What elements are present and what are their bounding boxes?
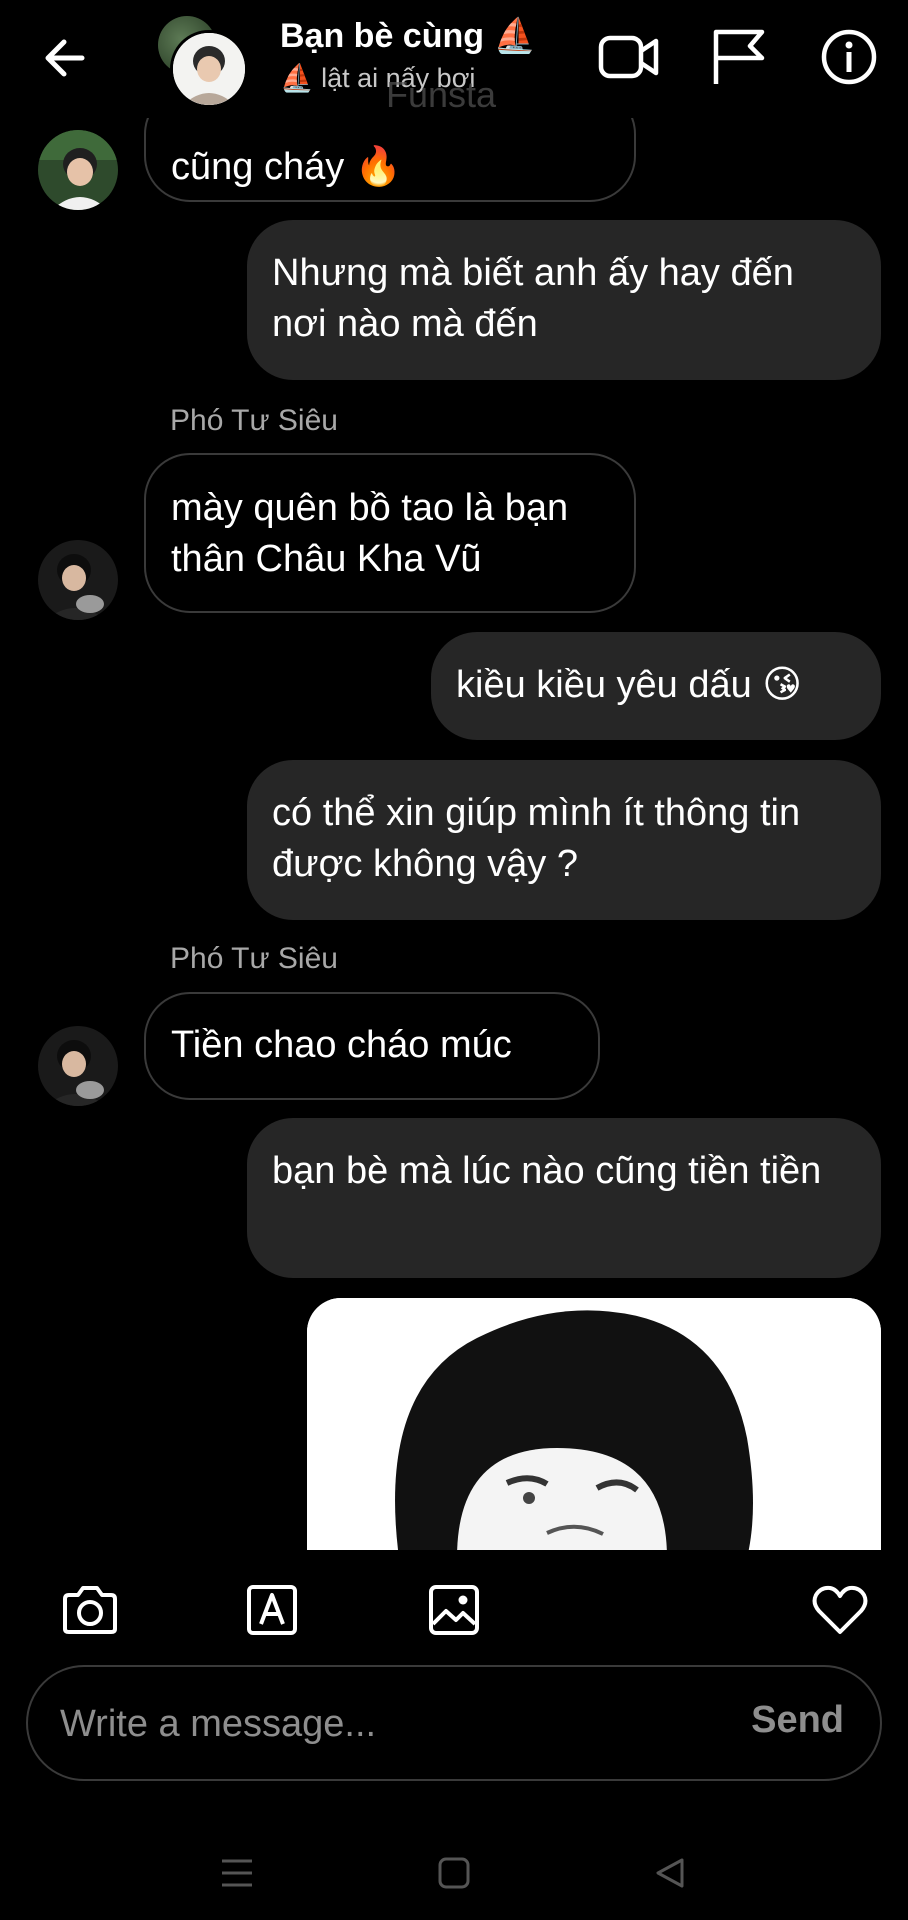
message-text: có thể xin giúp mình ít thông tin được k… <box>272 792 801 885</box>
message-text: bạn bè mà lúc nào cũng tiền tiền <box>272 1150 822 1192</box>
message-text: mày quên bồ tao là bạn thân Châu Kha Vũ <box>171 487 569 580</box>
camera-icon <box>63 1586 117 1634</box>
gallery-button[interactable] <box>424 1582 484 1638</box>
sticker-image <box>307 1298 881 1550</box>
message-composer: Send <box>26 1665 882 1781</box>
message-bubble-incoming[interactable]: cũng cháy 🔥 <box>144 118 636 202</box>
flag-icon <box>713 29 765 84</box>
heart-icon <box>812 1585 868 1634</box>
system-navbar <box>0 1820 908 1920</box>
sticker-image-message[interactable] <box>307 1298 881 1550</box>
message-bubble-outgoing[interactable]: có thể xin giúp mình ít thông tin được k… <box>247 760 881 920</box>
home-button[interactable] <box>429 1848 479 1898</box>
group-avatar[interactable] <box>152 14 252 108</box>
sender-avatar[interactable] <box>38 540 118 620</box>
member-avatar <box>170 30 248 108</box>
sender-avatar[interactable] <box>38 130 118 210</box>
sender-name: Phó Tư Siêu <box>170 404 338 437</box>
message-bubble-outgoing[interactable]: Nhưng mà biết anh ấy hay đến nơi nào mà … <box>247 220 881 380</box>
video-call-button[interactable] <box>596 24 662 90</box>
menu-icon <box>222 1859 252 1887</box>
message-list[interactable]: cũng cháy 🔥 Nhưng mà biết anh ấy hay đến… <box>0 118 908 1550</box>
message-bubble-outgoing[interactable]: kiều kiều yêu dấu 😘 <box>431 632 881 740</box>
message-bubble-incoming[interactable]: mày quên bồ tao là bạn thân Châu Kha Vũ <box>144 453 636 613</box>
send-button[interactable]: Send <box>751 1699 844 1742</box>
text-style-button[interactable] <box>242 1582 302 1638</box>
message-text: kiều kiều yêu dấu 😘 <box>456 664 802 706</box>
composer-toolbar <box>0 1560 908 1656</box>
info-icon <box>821 29 877 85</box>
arrow-left-icon <box>45 39 85 77</box>
chat-title: Bạn bè cùng ⛵ <box>280 17 536 55</box>
message-text: Nhưng mà biết anh ấy hay đến nơi nào mà … <box>272 252 794 345</box>
back-triangle-icon <box>656 1858 684 1888</box>
video-camera-icon <box>598 35 659 79</box>
message-input[interactable] <box>58 1667 702 1781</box>
back-button[interactable] <box>36 30 92 86</box>
recents-button[interactable] <box>212 1848 262 1898</box>
camera-button[interactable] <box>60 1582 120 1638</box>
message-text: cũng cháy 🔥 <box>171 146 403 188</box>
watermark: Funsta <box>386 74 497 115</box>
message-text: Tiền chao cháo múc <box>171 1024 512 1066</box>
gallery-icon <box>429 1585 479 1635</box>
home-icon <box>438 1857 470 1889</box>
info-button[interactable] <box>816 24 882 90</box>
like-button[interactable] <box>810 1582 870 1638</box>
system-back-button[interactable] <box>645 1848 695 1898</box>
sender-name: Phó Tư Siêu <box>170 942 338 975</box>
report-button[interactable] <box>706 24 772 90</box>
text-style-icon <box>247 1585 297 1635</box>
message-bubble-outgoing[interactable]: bạn bè mà lúc nào cũng tiền tiền <box>247 1118 881 1278</box>
message-bubble-incoming[interactable]: Tiền chao cháo múc <box>144 992 600 1100</box>
sender-avatar[interactable] <box>38 1026 118 1106</box>
